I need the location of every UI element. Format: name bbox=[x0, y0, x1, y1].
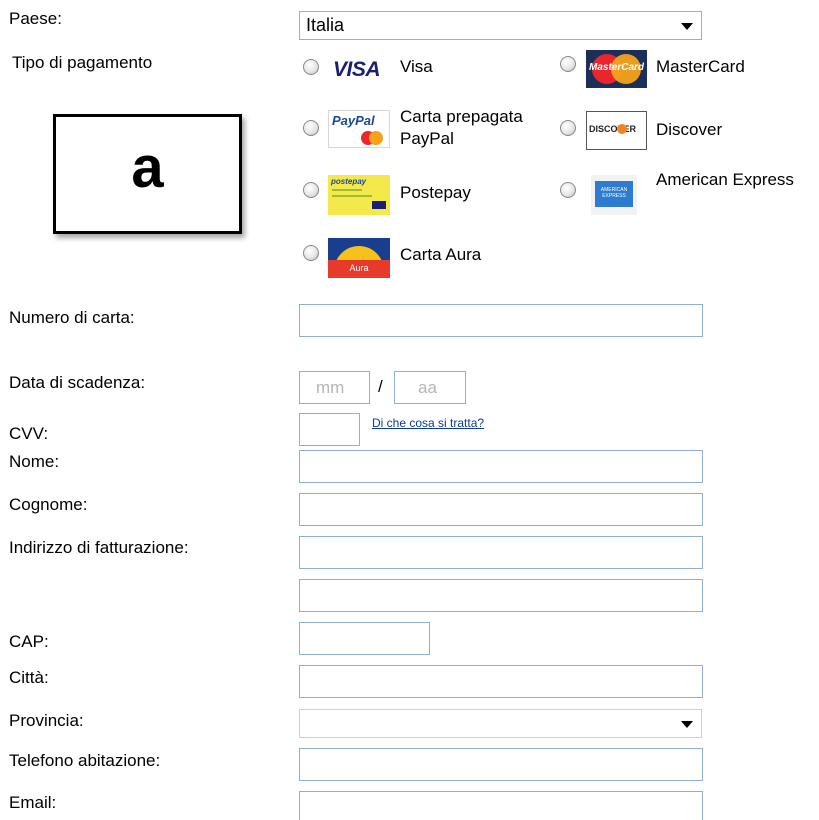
chevron-down-icon bbox=[681, 23, 693, 30]
card-name-discover: Discover bbox=[656, 120, 723, 139]
first-name-label: Nome: bbox=[9, 452, 60, 471]
country-select[interactable]: Italia bbox=[299, 11, 702, 40]
expiry-month-placeholder: mm bbox=[316, 378, 345, 397]
email-input[interactable] bbox=[299, 791, 703, 820]
radio-amex[interactable] bbox=[560, 182, 576, 198]
expiry-label: Data di scadenza: bbox=[9, 373, 146, 392]
radio-discover[interactable] bbox=[560, 120, 576, 136]
cvv-input[interactable] bbox=[299, 413, 360, 446]
card-name-amex: American Express bbox=[656, 170, 794, 189]
badge-letter: a bbox=[131, 135, 164, 200]
email-label: Email: bbox=[9, 793, 57, 812]
card-name-visa: Visa bbox=[400, 57, 433, 76]
expiry-separator: / bbox=[378, 377, 383, 396]
country-label: Paese: bbox=[9, 9, 62, 28]
expiry-month-input[interactable]: mm bbox=[299, 371, 370, 404]
card-name-postepay: Postepay bbox=[400, 183, 471, 202]
aura-icon: Aura bbox=[328, 238, 390, 278]
postepay-icon: postepay bbox=[328, 175, 390, 215]
billing-address-line1-input[interactable] bbox=[299, 536, 703, 569]
country-select-value: Italia bbox=[306, 15, 345, 35]
last-name-label: Cognome: bbox=[9, 495, 88, 514]
radio-postepay[interactable] bbox=[303, 182, 319, 198]
visa-icon: VISA bbox=[333, 58, 381, 81]
card-name-mastercard: MasterCard bbox=[656, 57, 745, 76]
last-name-input[interactable] bbox=[299, 493, 703, 526]
payment-type-badge: a bbox=[53, 114, 242, 234]
discover-icon: DISCOVER bbox=[586, 111, 647, 150]
radio-visa[interactable] bbox=[303, 59, 319, 75]
zip-label: CAP: bbox=[9, 632, 49, 651]
paypal-icon: PayPal bbox=[328, 110, 390, 148]
card-number-input[interactable] bbox=[299, 304, 703, 337]
city-label: Città: bbox=[9, 668, 49, 687]
amex-icon: AMERICAN EXPRESS bbox=[591, 175, 637, 215]
card-number-label: Numero di carta: bbox=[9, 308, 135, 327]
radio-mastercard[interactable] bbox=[560, 56, 576, 72]
home-phone-label: Telefono abitazione: bbox=[9, 751, 161, 770]
card-name-paypal-line2: PayPal bbox=[400, 129, 454, 148]
home-phone-input[interactable] bbox=[299, 748, 703, 781]
expiry-year-input[interactable]: aa bbox=[394, 371, 466, 404]
card-name-paypal-line1: Carta prepagata bbox=[400, 107, 523, 126]
cvv-label: CVV: bbox=[9, 424, 49, 443]
cvv-help-link[interactable]: Di che cosa si tratta? bbox=[372, 416, 484, 430]
mastercard-icon: MasterCard bbox=[586, 50, 647, 88]
billing-address-label: Indirizzo di fatturazione: bbox=[9, 538, 189, 557]
billing-address-line2-input[interactable] bbox=[299, 579, 703, 612]
payment-type-label: Tipo di pagamento bbox=[12, 53, 153, 72]
chevron-down-icon bbox=[681, 721, 693, 728]
province-select[interactable] bbox=[299, 709, 702, 738]
expiry-year-placeholder: aa bbox=[418, 378, 437, 397]
city-input[interactable] bbox=[299, 665, 703, 698]
zip-input[interactable] bbox=[299, 622, 430, 655]
radio-paypal[interactable] bbox=[303, 120, 319, 136]
first-name-input[interactable] bbox=[299, 450, 703, 483]
radio-aura[interactable] bbox=[303, 245, 319, 261]
card-name-aura: Carta Aura bbox=[400, 245, 482, 264]
province-label: Provincia: bbox=[9, 711, 84, 730]
